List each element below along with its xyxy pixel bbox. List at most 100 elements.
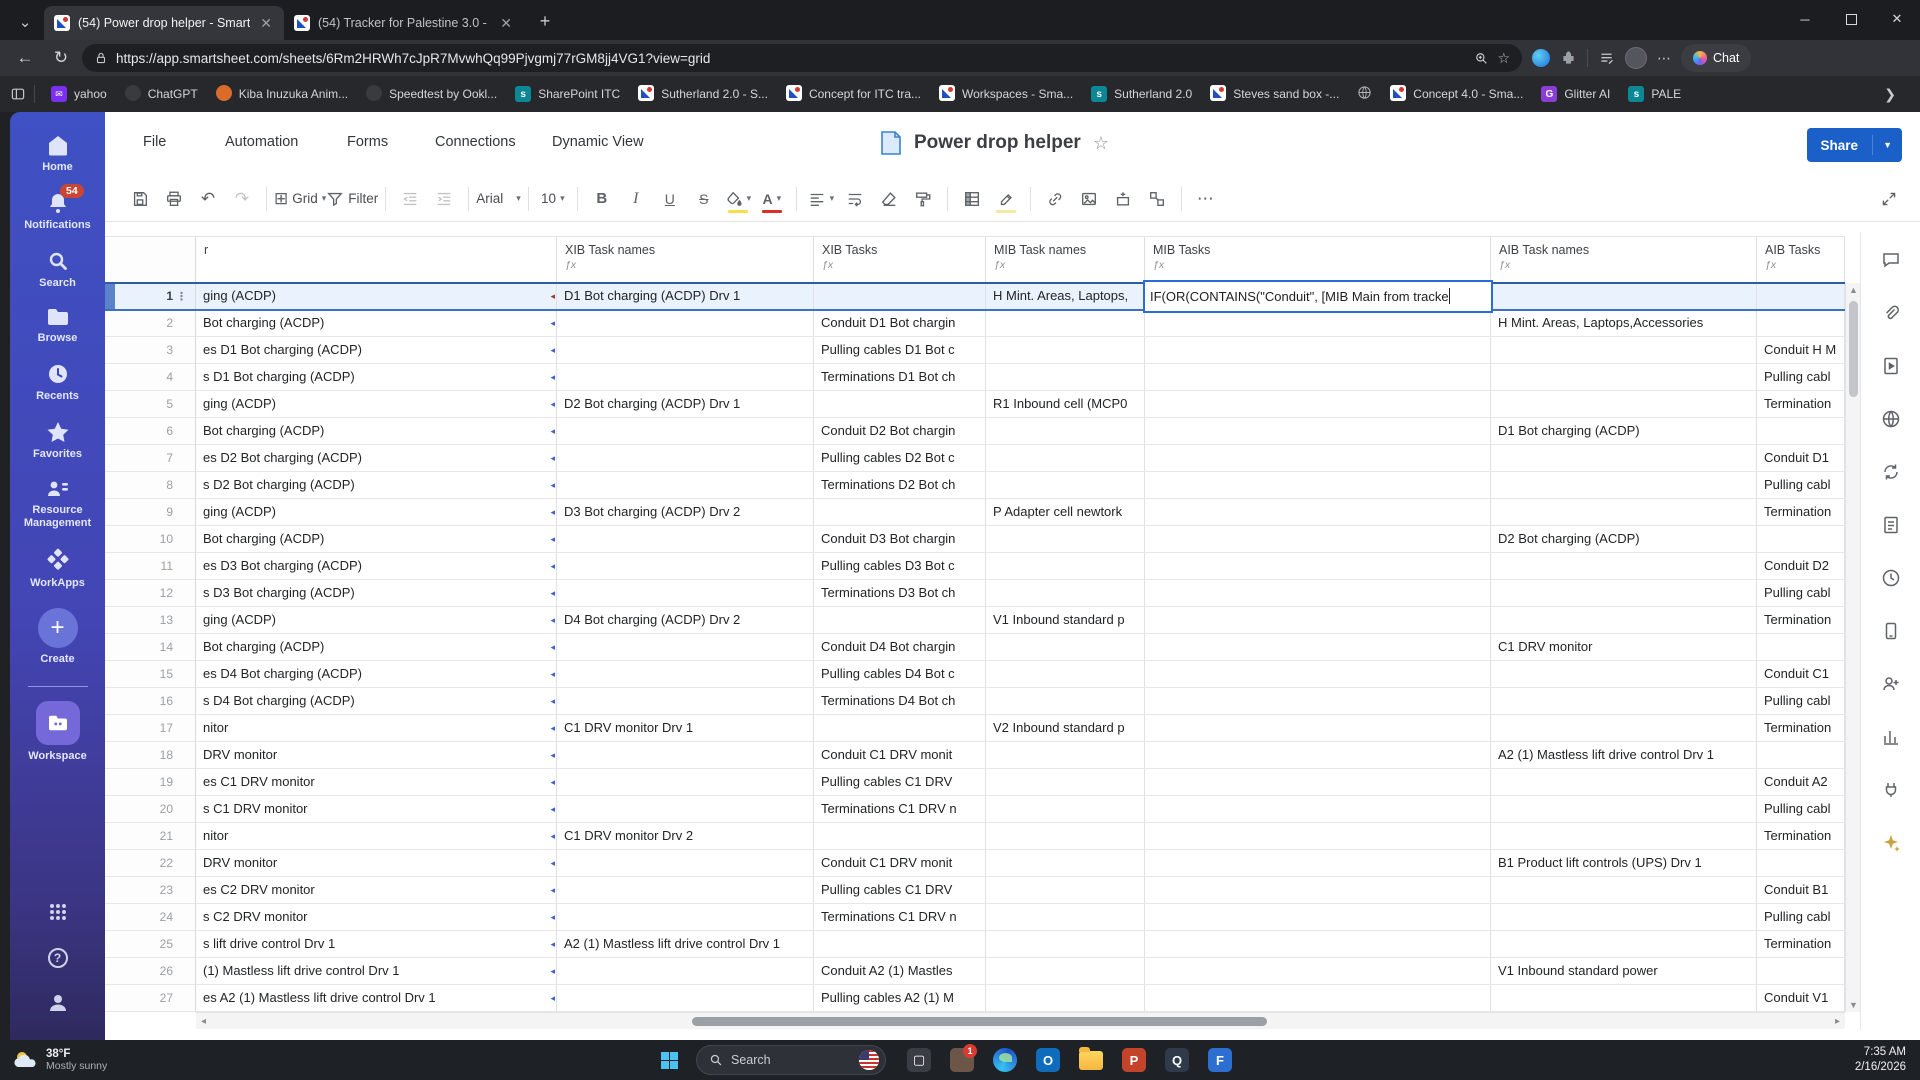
grid-cell-xib_task[interactable]: Terminations C1 DRV n — [814, 796, 986, 823]
grid-cell-aib_name[interactable]: H Mint. Areas, Laptops,Accessories — [1491, 310, 1757, 337]
grid-cell-primary[interactable]: s D3 Bot charging (ACDP) ◂ — [196, 580, 557, 607]
tab-close-icon[interactable]: ✕ — [498, 15, 514, 32]
sidebar-item-workapps[interactable]: WorkApps — [10, 548, 105, 591]
grid-cell-xib_task[interactable] — [814, 607, 986, 634]
grid-cell-mib_task[interactable] — [1145, 472, 1491, 499]
grid-cell-primary[interactable]: Bot charging (ACDP) ◂ — [196, 310, 557, 337]
sidebar-create-button[interactable]: + Create — [10, 607, 105, 667]
edge-icon[interactable] — [988, 1043, 1022, 1077]
grid-cell-aib_name[interactable] — [1491, 661, 1757, 688]
grid-cell-mib_name[interactable] — [986, 958, 1145, 985]
grid-cell-primary[interactable]: Bot charging (ACDP) ◂ — [196, 526, 557, 553]
grid-cell-primary[interactable]: s C2 DRV monitor ◂ — [196, 904, 557, 931]
grid-cell-primary[interactable]: (1) Mastless lift drive control Drv 1 ◂ — [196, 958, 557, 985]
grid-cell-aib_name[interactable] — [1491, 823, 1757, 850]
grid-cell-aib_task[interactable] — [1757, 958, 1845, 985]
row-number[interactable]: 10 — [105, 526, 196, 553]
grid-cell-xib_task[interactable] — [814, 499, 986, 526]
grid-cell-mib_name[interactable] — [986, 850, 1145, 877]
menu-forms[interactable]: Forms — [347, 134, 388, 150]
sidebar-item-recents[interactable]: Recents — [10, 363, 105, 404]
vertical-scroll-thumb[interactable] — [1849, 301, 1858, 397]
horizontal-scrollbar[interactable]: ◂ ▸ — [196, 1012, 1845, 1029]
grid-cell-mib_name[interactable] — [986, 634, 1145, 661]
grid-cell-xib_task[interactable]: Conduit D1 Bot chargin — [814, 310, 986, 337]
apps-grid-button[interactable] — [10, 902, 105, 922]
grid-cell-aib_task[interactable] — [1757, 742, 1845, 769]
redo-icon[interactable]: ↷ — [225, 182, 259, 216]
grid-cell-xib_task[interactable]: Pulling cables C1 DRV — [814, 769, 986, 796]
strikethrough-icon[interactable]: S — [687, 182, 721, 216]
grid-cell-xib_task[interactable]: Terminations D4 Bot ch — [814, 688, 986, 715]
grid-cell-mib_name[interactable] — [986, 337, 1145, 364]
favorite-star-icon[interactable]: ☆ — [1497, 50, 1510, 67]
grid-cell-xib_task[interactable] — [814, 391, 986, 418]
grid-cell-primary[interactable]: es D4 Bot charging (ACDP) ◂ — [196, 661, 557, 688]
fill-color-icon[interactable]: ▾ — [721, 182, 755, 216]
activity-log-icon[interactable] — [1875, 562, 1907, 594]
grid-cell-mib_task[interactable] — [1145, 499, 1491, 526]
grid-cell-aib_task[interactable]: Termination — [1757, 607, 1845, 634]
chat-button[interactable]: Chat — [1681, 44, 1752, 72]
minimize-button[interactable]: ─ — [1782, 0, 1828, 38]
more-options-icon[interactable]: ⋯ — [1189, 182, 1223, 216]
indent-icon[interactable] — [427, 182, 461, 216]
new-tab-button[interactable]: + — [530, 6, 560, 36]
grid-cell-primary[interactable]: nitor ◂ — [196, 823, 557, 850]
close-button[interactable]: ✕ — [1874, 0, 1920, 38]
row-drag-handle-icon[interactable]: ⋮ — [176, 290, 187, 303]
summary-icon[interactable] — [1875, 509, 1907, 541]
grid-cell-aib_name[interactable] — [1491, 553, 1757, 580]
grid-cell-mib_name[interactable] — [986, 364, 1145, 391]
grid-cell-primary[interactable]: s lift drive control Drv 1 ◂ — [196, 931, 557, 958]
grid-cell-aib_task[interactable]: Pulling cabl — [1757, 364, 1845, 391]
grid-cell-aib_task[interactable]: Termination — [1757, 931, 1845, 958]
grid-cell-primary[interactable]: es D1 Bot charging (ACDP) ◂ — [196, 337, 557, 364]
grid-cell-xib_task[interactable] — [814, 283, 986, 310]
grid-cell-xib_task[interactable]: Pulling cables C1 DRV — [814, 877, 986, 904]
grid-cell-aib_task[interactable] — [1757, 634, 1845, 661]
weather-widget[interactable]: 38°F Mostly sunny — [0, 1048, 230, 1072]
column-header-aib_task[interactable]: AIB Tasks ƒx — [1757, 237, 1845, 282]
grid-cell-aib_name[interactable] — [1491, 337, 1757, 364]
row-number[interactable]: 3 — [105, 337, 196, 364]
grid-cell-mib_name[interactable] — [986, 688, 1145, 715]
grid-cell-xib_name[interactable] — [557, 796, 814, 823]
grid-cell-primary[interactable]: DRV monitor ◂ — [196, 850, 557, 877]
row-number[interactable]: 20 — [105, 796, 196, 823]
grid-cell-aib_name[interactable] — [1491, 607, 1757, 634]
bookmark-item[interactable]: Workspaces - Sma... — [931, 82, 1081, 107]
grid-cell-xib_name[interactable]: C1 DRV monitor Drv 2 — [557, 823, 814, 850]
bookmark-item[interactable]: Concept 4.0 - Sma... — [1382, 82, 1531, 107]
file-explorer-icon[interactable] — [1074, 1043, 1108, 1077]
insert-image-icon[interactable] — [1072, 182, 1106, 216]
bookmark-item[interactable] — [1349, 82, 1380, 106]
row-number[interactable]: 2 — [105, 310, 196, 337]
grid-cell-mib_name[interactable] — [986, 526, 1145, 553]
grid-cell-mib_name[interactable] — [986, 985, 1145, 1012]
grid-cell-xib_name[interactable] — [557, 985, 814, 1012]
bookmark-item[interactable]: Concept for ITC tra... — [778, 82, 929, 107]
bookmark-item[interactable]: s SharePoint ITC — [507, 83, 628, 106]
grid-cell-mib_task[interactable] — [1145, 769, 1491, 796]
grid-cell-aib_name[interactable] — [1491, 580, 1757, 607]
row-number[interactable]: 14 — [105, 634, 196, 661]
grid-cell-xib_task[interactable]: Terminations C1 DRV n — [814, 904, 986, 931]
grid-cell-mib_task[interactable] — [1145, 337, 1491, 364]
grid-cell-aib_name[interactable] — [1491, 688, 1757, 715]
grid-cell-mib_name[interactable]: P Adapter cell newtork — [986, 499, 1145, 526]
grid-cell-xib_name[interactable]: A2 (1) Mastless lift drive control Drv 1 — [557, 931, 814, 958]
row-number[interactable]: 23 — [105, 877, 196, 904]
powerpoint-icon[interactable]: P — [1117, 1043, 1151, 1077]
share-button[interactable]: Share ▼ — [1806, 128, 1902, 162]
grid-cell-xib_name[interactable]: D3 Bot charging (ACDP) Drv 2 — [557, 499, 814, 526]
sidebar-item-favorites[interactable]: Favorites — [10, 421, 105, 462]
grid-cell-xib_task[interactable]: Conduit A2 (1) Mastles — [814, 958, 986, 985]
wrap-text-icon[interactable] — [838, 182, 872, 216]
grid-cell-xib_name[interactable] — [557, 850, 814, 877]
browser-tab-inactive[interactable]: (54) Tracker for Palestine 3.0 - Sma ✕ — [284, 6, 524, 40]
sidebar-item-search[interactable]: Search — [10, 250, 105, 291]
grid-cell-mib_task[interactable] — [1145, 580, 1491, 607]
bookmark-item[interactable]: s Sutherland 2.0 — [1083, 83, 1200, 106]
grid-cell-mib_name[interactable]: V1 Inbound standard p — [986, 607, 1145, 634]
